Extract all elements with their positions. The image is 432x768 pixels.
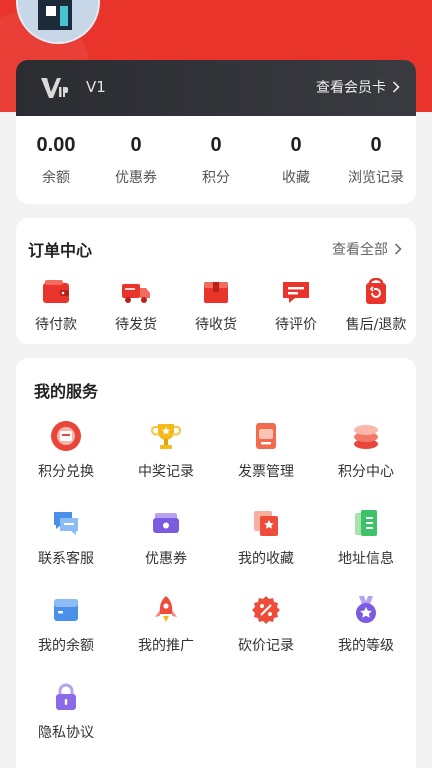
chevron-right-icon <box>394 243 402 255</box>
service-label: 我的等级 <box>338 638 394 654</box>
wallet-icon <box>43 280 69 303</box>
service-address-info[interactable]: 地址信息 <box>316 507 416 568</box>
order-pending-payment[interactable]: 待付款 <box>16 278 96 334</box>
stat-label: 浏览记录 <box>348 170 404 186</box>
service-points-exchange[interactable]: 积分兑换 <box>16 420 116 481</box>
invoice-icon <box>256 423 276 449</box>
rocket-icon <box>155 596 177 622</box>
my-services-title: 我的服务 <box>34 382 99 401</box>
service-label: 我的推广 <box>138 638 194 654</box>
trophy-icon <box>151 424 181 449</box>
chat-icon <box>54 512 78 535</box>
stat-label: 余额 <box>42 170 70 186</box>
order-status-label: 售后/退款 <box>345 317 407 333</box>
chevron-right-icon <box>392 81 400 93</box>
coupon-icon <box>153 513 179 533</box>
service-invoice-management[interactable]: 发票管理 <box>216 420 316 481</box>
stat-value: 0 <box>290 134 302 156</box>
stat-label: 优惠券 <box>115 170 157 186</box>
truck-icon <box>122 284 150 303</box>
stat-value: 0 <box>130 134 142 156</box>
order-center: 订单中心 查看全部 待付款 待发货 待收货 待评价 售后/退款 <box>16 218 416 344</box>
service-privacy-agreement[interactable]: 隐私协议 <box>16 681 116 742</box>
service-label: 积分中心 <box>338 464 394 480</box>
stat-label: 收藏 <box>282 170 310 186</box>
avatar-pixel <box>46 6 56 16</box>
service-my-favorites[interactable]: 我的收藏 <box>216 507 316 568</box>
service-points-center[interactable]: 积分中心 <box>316 420 416 481</box>
service-my-balance[interactable]: 我的余额 <box>16 594 116 655</box>
service-label: 优惠券 <box>145 551 187 567</box>
order-after-sales[interactable]: 售后/退款 <box>336 278 416 334</box>
package-icon <box>204 282 228 303</box>
vip-card: V1 查看会员卡 <box>16 60 416 116</box>
stat-value: 0 <box>370 134 382 156</box>
avatar-pixel <box>60 6 68 26</box>
view-member-card-label: 查看会员卡 <box>316 80 386 96</box>
vip-level: V1 <box>86 78 106 96</box>
service-prize-records[interactable]: 中奖记录 <box>116 420 216 481</box>
order-status-label: 待付款 <box>35 317 77 333</box>
service-label: 我的收藏 <box>238 551 294 567</box>
service-coupons[interactable]: 优惠券 <box>116 507 216 568</box>
comment-icon <box>283 282 309 303</box>
stat-label: 积分 <box>202 170 230 186</box>
service-label: 地址信息 <box>338 551 394 567</box>
view-all-orders-link[interactable]: 查看全部 <box>332 239 402 259</box>
order-status-row: 待付款 待发货 待收货 待评价 售后/退款 <box>16 278 416 334</box>
service-my-promotion[interactable]: 我的推广 <box>116 594 216 655</box>
order-status-label: 待收货 <box>195 317 237 333</box>
favorites-icon <box>254 511 278 536</box>
stat-history[interactable]: 0 浏览记录 <box>336 116 416 204</box>
balance-card-icon <box>54 599 78 621</box>
service-my-level[interactable]: 我的等级 <box>316 594 416 655</box>
service-label: 中奖记录 <box>138 464 194 480</box>
order-center-title: 订单中心 <box>28 241 93 260</box>
service-label: 发票管理 <box>238 464 294 480</box>
my-services: 我的服务 积分兑换 中奖记录 发票管理 积分中心 联系客服 优惠券 我的收藏 地… <box>16 358 416 768</box>
service-label: 我的余额 <box>38 638 94 654</box>
stat-value: 0.00 <box>36 134 76 156</box>
lock-icon <box>56 683 76 710</box>
order-pending-shipment[interactable]: 待发货 <box>96 278 176 334</box>
service-label: 隐私协议 <box>38 725 94 741</box>
refund-icon <box>366 278 386 304</box>
stat-value: 0 <box>210 134 222 156</box>
view-all-label: 查看全部 <box>332 242 388 258</box>
stat-points[interactable]: 0 积分 <box>176 116 256 204</box>
account-stats: 0.00 余额 0 优惠券 0 积分 0 收藏 0 浏览记录 <box>16 116 416 204</box>
stat-coupons[interactable]: 0 优惠券 <box>96 116 176 204</box>
view-member-card-link[interactable]: 查看会员卡 <box>316 77 400 97</box>
stat-balance[interactable]: 0.00 余额 <box>16 116 96 204</box>
points-exchange-icon <box>51 421 81 451</box>
order-pending-receipt[interactable]: 待收货 <box>176 278 256 334</box>
order-status-label: 待发货 <box>115 317 157 333</box>
service-contact-support[interactable]: 联系客服 <box>16 507 116 568</box>
service-bargain-records[interactable]: 砍价记录 <box>216 594 316 655</box>
vip-logo-icon <box>41 78 68 98</box>
order-pending-review[interactable]: 待评价 <box>256 278 336 334</box>
medal-icon <box>356 596 376 623</box>
coin-stack-icon <box>354 425 378 449</box>
order-status-label: 待评价 <box>275 317 317 333</box>
address-book-icon <box>355 510 377 536</box>
service-label: 砍价记录 <box>238 638 294 654</box>
stat-favorites[interactable]: 0 收藏 <box>256 116 336 204</box>
discount-icon <box>252 596 280 624</box>
services-grid: 积分兑换 中奖记录 发票管理 积分中心 联系客服 优惠券 我的收藏 地址信息 我… <box>16 420 416 742</box>
service-label: 联系客服 <box>38 551 94 567</box>
service-label: 积分兑换 <box>38 464 94 480</box>
